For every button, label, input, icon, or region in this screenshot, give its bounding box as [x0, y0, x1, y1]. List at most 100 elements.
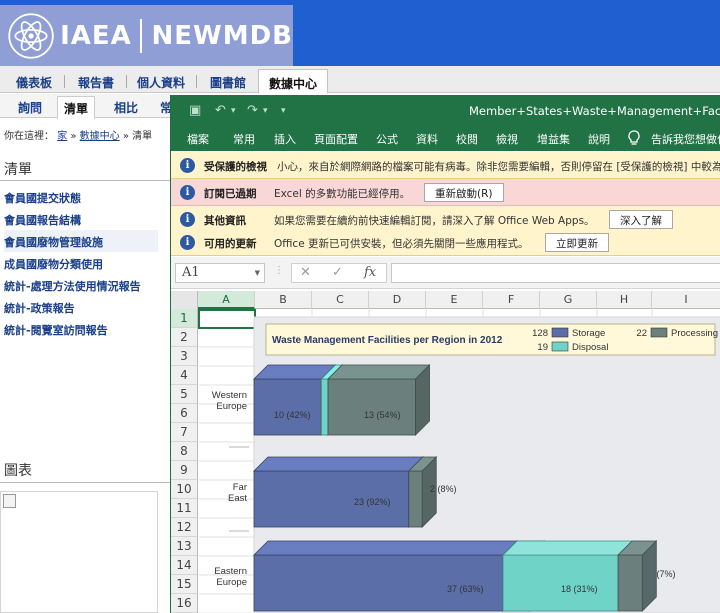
info-icon: i [180, 158, 195, 173]
formula-input[interactable] [391, 263, 720, 283]
info-icon: i [180, 235, 195, 250]
update-now-button[interactable]: 立即更新 [545, 233, 609, 252]
enter-icon[interactable]: ✓ [332, 265, 343, 280]
breadcrumb-home[interactable]: 家 [57, 131, 67, 142]
row-header-12[interactable]: 12 [171, 518, 197, 537]
tab-help[interactable]: 說明 [588, 131, 610, 147]
row-header-9[interactable]: 9 [171, 461, 197, 480]
customize-toolbar-icon[interactable]: ▾ [281, 106, 286, 116]
updates-available-bar: i 可用的更新 Office 更新已可供安裝，但必須先關閉一些應用程式。 立即更… [171, 229, 720, 256]
row-header-15[interactable]: 15 [171, 575, 197, 594]
more-info-title: 其他資訊 [204, 215, 246, 227]
row-header-14[interactable]: 14 [171, 556, 197, 575]
sidebar-item-reading-room[interactable]: 統計-閱覽室訪問報告 [4, 318, 158, 340]
learn-more-button[interactable]: 深入了解 [609, 210, 673, 229]
formula-bar-grip-icon[interactable]: ⋮ [274, 265, 284, 276]
row-header-7[interactable]: 7 [171, 423, 197, 442]
iaea-newmdb-logo[interactable]: IAEA NEWMDB [0, 5, 293, 66]
nav-profile[interactable]: 個人資料 [136, 71, 186, 93]
save-icon[interactable]: ▣ [189, 103, 201, 118]
row-header-10[interactable]: 10 [171, 480, 197, 499]
tab-insert[interactable]: 插入 [274, 131, 296, 147]
column-headers: ABCDEFGHI [171, 291, 720, 309]
sidebar-item-submission-status[interactable]: 會員國提交狀態 [4, 186, 158, 208]
tell-me-search[interactable]: 告訴我您想做什 [651, 131, 720, 147]
formula-bar: A1 ▼ ⋮ ✕ ✓ fx [171, 257, 720, 289]
row-header-16[interactable]: 16 [171, 594, 197, 613]
row-header-8[interactable]: 8 [171, 442, 197, 461]
data-label: 23 (92%) [354, 497, 391, 507]
chart-image-placeholder [0, 491, 158, 613]
nav-library[interactable]: 圖書館 [208, 71, 248, 93]
legend-swatch [650, 327, 668, 338]
column-header-c[interactable]: C [312, 291, 369, 309]
name-box[interactable]: A1 ▼ [175, 263, 265, 283]
info-icon: i [180, 185, 195, 200]
category-label: Eastern [214, 566, 247, 577]
subnav-list[interactable]: 清單 [57, 96, 96, 119]
sidebar-item-report-structure[interactable]: 會員國報告結構 [4, 208, 158, 230]
row-header-6[interactable]: 6 [171, 404, 197, 423]
category-label: Western [212, 390, 247, 401]
row-header-3[interactable]: 3 [171, 347, 197, 366]
bar-processing [617, 554, 643, 612]
column-header-e[interactable]: E [426, 291, 483, 309]
row-header-11[interactable]: 11 [171, 499, 197, 518]
chevron-down-icon[interactable]: ▼ [255, 269, 260, 277]
row-header-13[interactable]: 13 [171, 537, 197, 556]
column-header-f[interactable]: F [483, 291, 540, 309]
column-header-g[interactable]: G [540, 291, 597, 309]
tab-home[interactable]: 常用 [233, 131, 255, 147]
column-header-d[interactable]: D [369, 291, 426, 309]
nav-data-center[interactable]: 數據中心 [258, 69, 328, 94]
tab-file[interactable]: 檔案 [187, 131, 209, 147]
reactivate-button[interactable]: 重新啟動(R) [424, 183, 504, 202]
charts-heading: 圖表 [4, 463, 32, 479]
legend-count: 19 [537, 342, 548, 353]
more-info-text: 如果您需要在續約前快速編輯訂閱，請深入了解 Office Web Apps。 [274, 215, 595, 227]
tab-view[interactable]: 檢視 [496, 131, 518, 147]
bar-storage [253, 554, 504, 612]
sidebar-item-processing-methods[interactable]: 統計-處理方法使用情況報告 [4, 274, 158, 296]
nav-reports[interactable]: 報告書 [76, 71, 116, 93]
bar-disposal [502, 554, 619, 612]
insert-function-icon[interactable]: fx [364, 265, 376, 280]
nav-dashboard[interactable]: 儀表板 [14, 71, 54, 93]
legend-swatch [551, 327, 569, 338]
subscription-expired-title: 訂閱已過期 [204, 188, 257, 200]
row-header-5[interactable]: 5 [171, 385, 197, 404]
column-header-i[interactable]: I [652, 291, 720, 309]
bar-top-storage [253, 456, 424, 472]
subnav-query[interactable]: 詢問 [18, 99, 42, 116]
protected-view-title: 受保護的檢視 [204, 161, 267, 173]
sub-navigation: 詢問 清單 相比 常 [0, 94, 172, 119]
redo-dropdown-icon[interactable]: ▾ [263, 106, 268, 116]
tab-addins[interactable]: 增益集 [537, 131, 570, 147]
sidebar-item-policy-report[interactable]: 統計-政策報告 [4, 296, 158, 318]
row-headers: 1 2 3 4 5 6 7 8 9 10 11 12 13 14 15 16 [171, 309, 198, 613]
chart-title: Waste Management Facilities per Region i… [272, 335, 503, 346]
column-header-b[interactable]: B [255, 291, 312, 309]
cancel-icon[interactable]: ✕ [300, 265, 311, 280]
sidebar-item-waste-classification[interactable]: 成員國廢物分類使用 [4, 252, 158, 274]
column-header-h[interactable]: H [597, 291, 652, 309]
legend-swatch [551, 341, 569, 352]
lightbulb-icon [628, 130, 640, 145]
row-header-1[interactable]: 1 [171, 309, 197, 328]
tab-page-layout[interactable]: 頁面配置 [314, 131, 358, 147]
row-header-2[interactable]: 2 [171, 328, 197, 347]
tab-formulas[interactable]: 公式 [376, 131, 398, 147]
column-header-a[interactable]: A [198, 291, 255, 309]
tab-review[interactable]: 校閱 [456, 131, 478, 147]
select-all-corner[interactable] [171, 291, 198, 309]
waste-facilities-chart[interactable]: Waste Management Facilities per Region i… [199, 309, 720, 613]
charts-divider [0, 482, 170, 483]
row-header-4[interactable]: 4 [171, 366, 197, 385]
tab-data[interactable]: 資料 [416, 131, 438, 147]
subnav-compare[interactable]: 相比 [114, 99, 138, 116]
redo-icon[interactable]: ↷ [247, 103, 258, 118]
undo-icon[interactable]: ↶ [215, 103, 226, 118]
sidebar-item-waste-facilities[interactable]: 會員國廢物管理設施 [4, 230, 158, 252]
undo-dropdown-icon[interactable]: ▾ [231, 106, 236, 116]
breadcrumb-data-center[interactable]: 數據中心 [80, 131, 120, 142]
